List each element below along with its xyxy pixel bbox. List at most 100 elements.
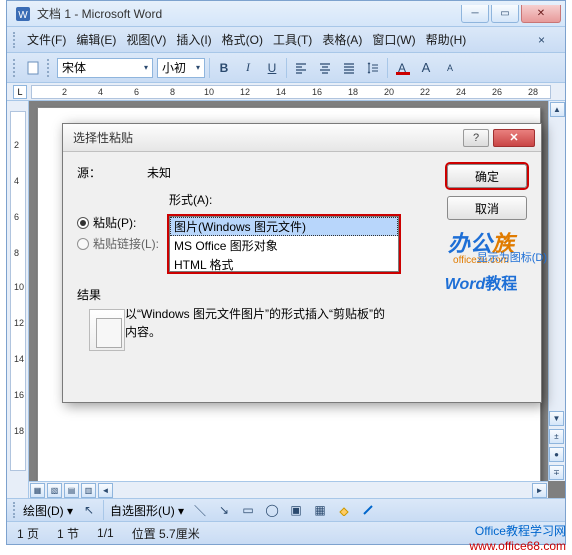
paste-radio[interactable]: 粘贴(P): [77, 214, 169, 231]
result-label: 结果 [77, 286, 127, 303]
minimize-button[interactable]: ─ [461, 5, 489, 23]
textbox-button[interactable]: ▣ [286, 500, 306, 520]
shrink-font-button[interactable]: A [440, 58, 460, 78]
tab-selector[interactable]: L [13, 85, 27, 99]
paste-special-dialog: 选择性粘贴 ? ✕ 源： 未知 确定 取消 形式(A): 粘贴(P): [62, 123, 542, 403]
drawing-toolbar: 绘图(D) ▾ ↖ 自选图形(U) ▾ ＼ ↘ ▭ ◯ ▣ ▦ [7, 498, 565, 522]
dialog-title: 选择性粘贴 [73, 129, 133, 146]
source-label: 源： [77, 164, 147, 181]
scroll-up-icon[interactable]: ▲ [550, 102, 565, 117]
menu-view[interactable]: 视图(V) [122, 29, 170, 50]
view-normal-button[interactable]: ▦ [30, 483, 45, 498]
vertical-ruler[interactable]: 24681012141618 [7, 101, 29, 498]
menu-table[interactable]: 表格(A) [318, 29, 366, 50]
footer-url: www.office68.com [470, 539, 567, 553]
new-doc-button[interactable] [23, 58, 43, 78]
view-print-button[interactable]: ▤ [64, 483, 79, 498]
footer-credit: Office教程学习网 www.office68.com [470, 524, 567, 553]
line-button[interactable]: ＼ [190, 500, 210, 520]
status-position: 位置 5.7厘米 [132, 525, 200, 542]
line-color-button[interactable] [358, 500, 378, 520]
align-distribute-button[interactable] [339, 58, 359, 78]
select-arrow-button[interactable]: ↖ [79, 500, 99, 520]
paste-radio-label: 粘贴(P): [93, 214, 136, 231]
underline-button[interactable]: U [262, 58, 282, 78]
menu-tools[interactable]: 工具(T) [269, 29, 316, 50]
oval-button[interactable]: ◯ [262, 500, 282, 520]
dialog-titlebar: 选择性粘贴 ? ✕ [63, 124, 541, 152]
dialog-help-button[interactable]: ? [463, 129, 489, 147]
title-bar: W 文档 1 - Microsoft Word ─ ▭ ✕ [7, 1, 565, 27]
draw-menu[interactable]: 绘图(D) ▾ [21, 502, 75, 519]
font-size-select[interactable]: 小初 ▾ [157, 58, 205, 78]
close-button[interactable]: ✕ [521, 5, 561, 23]
app-window: W 文档 1 - Microsoft Word ─ ▭ ✕ 文件(F) 编辑(E… [6, 0, 566, 545]
window-title: 文档 1 - Microsoft Word [37, 5, 461, 22]
autoshapes-menu[interactable]: 自选图形(U) ▾ [108, 502, 186, 519]
arrow-button[interactable]: ↘ [214, 500, 234, 520]
footer-cn: Office教程学习网 [470, 524, 567, 538]
radio-icon [77, 238, 89, 250]
toolbar-grip2-icon [47, 59, 51, 77]
ruler-scale: 246810121416182022242628 [31, 85, 551, 99]
chevron-down-icon: ▾ [144, 63, 148, 72]
menu-format[interactable]: 格式(O) [218, 29, 267, 50]
bold-button[interactable]: B [214, 58, 234, 78]
format-listbox[interactable]: 图片(Windows 图元文件) MS Office 图形对象 HTML 格式 [169, 216, 399, 272]
menu-insert[interactable]: 插入(I) [172, 29, 215, 50]
scroll-right-icon[interactable]: ► [532, 483, 547, 498]
align-center-button[interactable] [315, 58, 335, 78]
align-left-button[interactable] [291, 58, 311, 78]
insert-pic-button[interactable]: ▦ [310, 500, 330, 520]
format-option-metafile[interactable]: 图片(Windows 图元文件) [170, 217, 398, 236]
scroll-down-icon[interactable]: ▼ [549, 411, 564, 426]
prev-page-button[interactable]: ± [549, 429, 564, 444]
scroll-left-icon[interactable]: ◄ [98, 483, 113, 498]
view-outline-button[interactable]: ▥ [81, 483, 96, 498]
menu-file[interactable]: 文件(F) [23, 29, 70, 50]
pastelink-radio-label: 粘贴链接(L): [93, 235, 159, 252]
formatting-toolbar: 宋体 ▾ 小初 ▾ B I U A A A [7, 53, 565, 83]
menu-bar: 文件(F) 编辑(E) 视图(V) 插入(I) 格式(O) 工具(T) 表格(A… [7, 27, 565, 53]
radio-checked-icon [77, 217, 89, 229]
format-option-html[interactable]: HTML 格式 [170, 255, 398, 274]
drawbar-grip-icon [13, 502, 17, 518]
fill-color-button[interactable] [334, 500, 354, 520]
menu-edit[interactable]: 编辑(E) [72, 29, 120, 50]
menu-help[interactable]: 帮助(H) [422, 29, 471, 50]
browse-object-button[interactable]: ● [549, 447, 564, 462]
ok-button[interactable]: 确定 [447, 164, 527, 188]
display-as-icon-label: 显示为图标(D) [477, 249, 547, 265]
dialog-close-button[interactable]: ✕ [493, 129, 535, 147]
line-spacing-button[interactable] [363, 58, 383, 78]
grow-font-button[interactable]: A [416, 58, 436, 78]
menu-grip-icon [13, 32, 17, 48]
format-option-msoffice[interactable]: MS Office 图形对象 [170, 236, 398, 255]
font-color-button[interactable]: A [392, 58, 412, 78]
dialog-body: 源： 未知 确定 取消 形式(A): 粘贴(P): 粘贴链接(L): [63, 152, 541, 402]
cancel-button[interactable]: 取消 [447, 196, 527, 220]
maximize-button[interactable]: ▭ [491, 5, 519, 23]
italic-button[interactable]: I [238, 58, 258, 78]
menu-window[interactable]: 窗口(W) [368, 29, 419, 50]
source-value: 未知 [147, 164, 171, 181]
vertical-scrollbar[interactable]: ▲ ▼ ± ● ∓ [548, 101, 565, 481]
horizontal-scrollbar[interactable]: ▦ ▧ ▤ ▥ ◄ ► [29, 481, 548, 498]
separator [209, 58, 210, 78]
pastelink-radio[interactable]: 粘贴链接(L): [77, 235, 169, 252]
status-pageof: 1/1 [97, 526, 114, 540]
next-page-button[interactable]: ∓ [549, 465, 564, 480]
menu-close-button[interactable]: × [538, 33, 545, 47]
horizontal-ruler[interactable]: L 246810121416182022242628 [7, 83, 565, 101]
font-family-select[interactable]: 宋体 ▾ [57, 58, 153, 78]
font-size-value: 小初 [162, 59, 186, 76]
rectangle-button[interactable]: ▭ [238, 500, 258, 520]
toolbar-grip-icon [13, 59, 17, 77]
status-page: 1 页 [17, 525, 39, 542]
vruler-scale: 24681012141618 [10, 111, 26, 471]
result-description: 以“Windows 图元文件图片”的形式插入“剪贴板”的内容。 [125, 305, 385, 341]
view-web-button[interactable]: ▧ [47, 483, 62, 498]
separator [286, 58, 287, 78]
separator [103, 500, 104, 520]
word-icon: W [15, 6, 31, 22]
